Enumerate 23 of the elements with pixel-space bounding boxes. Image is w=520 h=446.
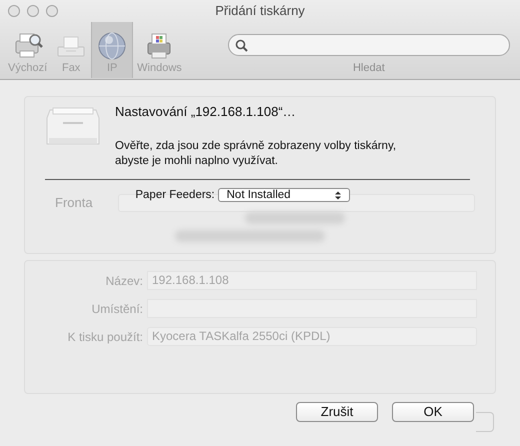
minimize-button[interactable]	[27, 5, 39, 17]
toolbar-button[interactable]: Výchozí	[4, 22, 52, 78]
zoom-button[interactable]	[46, 5, 58, 17]
option-label: Paper Feeders:	[135, 188, 215, 202]
toolbar-button[interactable]: Fax	[51, 22, 92, 78]
search-field[interactable]	[228, 34, 510, 56]
sheet-title: Nastavování „192.168.1.108“…	[115, 103, 297, 121]
dialog-button[interactable]: OK	[392, 402, 474, 422]
globe-icon	[96, 31, 128, 61]
queue-label: Fronta	[55, 194, 94, 212]
field-label: K tisku použít:	[66, 328, 143, 346]
window-title: Přidání tiskárny	[214, 2, 306, 20]
paper-feeders-popup[interactable]: Not Installed	[218, 188, 350, 202]
dialog-button[interactable]: Zrušit	[296, 402, 378, 422]
close-button[interactable]	[8, 5, 20, 17]
driver-popup: Kyocera TASKalfa 2550ci (KPDL)	[147, 327, 477, 346]
toolbar-button[interactable]: Windows	[133, 22, 186, 78]
search-icon	[234, 38, 248, 52]
field-label: Název:	[104, 272, 143, 290]
field-label: Umístění:	[90, 300, 143, 318]
search-label: Hledat	[352, 61, 385, 75]
sheet-message: Ověřte, zda jsou zde správně zobrazeny volby tiskárny, abyste je mohli naplno využívat.	[115, 138, 398, 168]
updown-arrows-icon	[334, 190, 341, 200]
